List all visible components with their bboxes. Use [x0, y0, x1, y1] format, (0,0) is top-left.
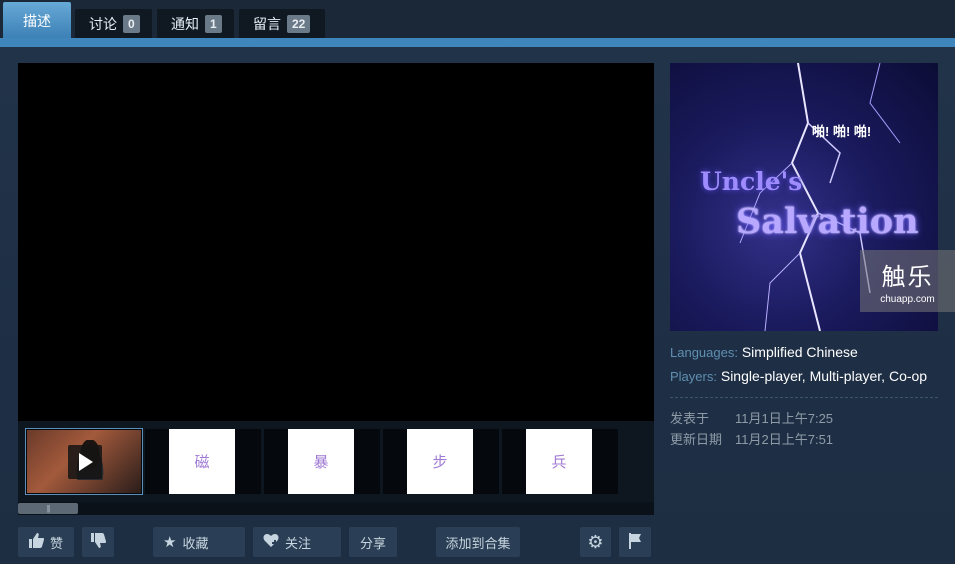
cover-title-line2: Salvation [736, 201, 919, 242]
players-row: Players: Single-player, Multi-player, Co… [670, 368, 928, 384]
count-badge: 1 [205, 14, 222, 33]
play-icon [68, 445, 102, 479]
players-key: Players: [670, 369, 717, 384]
share-label: 分享 [359, 535, 386, 551]
watermark-logo-text: 触乐 [881, 264, 934, 291]
screenshot-thumbnail[interactable]: 暴 [264, 429, 380, 494]
posted-label: 发表于 [670, 411, 710, 426]
add-to-collection-label: 添加到合集 [445, 535, 511, 551]
site-watermark: 触乐 chuapp.com [860, 250, 955, 312]
details-divider [670, 397, 938, 398]
updated-row: 更新日期 11月2日上午7:51 [670, 429, 833, 448]
thumbnail-scrollbar[interactable]: ||| [18, 502, 654, 515]
like-button[interactable]: 赞 [18, 527, 74, 557]
tab-description[interactable]: 描述 [3, 2, 71, 40]
tab-label: 留言 [253, 15, 281, 32]
star-icon: ★ [163, 533, 177, 551]
screenshot-image: 兵 [526, 429, 592, 494]
languages-value[interactable]: Simplified Chinese [742, 344, 858, 360]
languages-key: Languages: [670, 345, 738, 360]
updated-value: 11月2日上午7:51 [735, 432, 834, 447]
count-badge: 0 [123, 14, 140, 33]
players-value[interactable]: Multi-player [810, 368, 882, 384]
gear-icon: ⚙ [587, 532, 604, 552]
favorite-label: 收藏 [182, 535, 209, 551]
screenshot-thumbnail[interactable]: 步 [383, 429, 499, 494]
players-value[interactable]: Single-player [721, 368, 802, 384]
screenshot-image: 磁 [169, 429, 235, 494]
languages-row: Languages: Simplified Chinese [670, 344, 858, 360]
screenshot-thumbnail[interactable]: 磁 [145, 429, 261, 494]
screenshot-image: 步 [407, 429, 473, 494]
tab-discussions[interactable]: 讨论 0 [75, 9, 152, 38]
follow-label: 关注 [285, 535, 312, 551]
video-thumbnail[interactable] [25, 428, 143, 495]
screenshot-image: 暴 [288, 429, 354, 494]
thumbs-down-icon [90, 533, 107, 551]
posted-row: 发表于 11月1日上午7:25 [670, 408, 833, 427]
watermark-url: chuapp.com [880, 294, 935, 305]
tab-bar: 描述 讨论 0 通知 1 留言 22 [0, 0, 955, 40]
like-label: 赞 [50, 535, 64, 551]
count-badge: 22 [287, 14, 311, 33]
tab-comments[interactable]: 留言 22 [239, 9, 325, 38]
tab-label: 描述 [23, 13, 51, 29]
thumbnail-strip: 磁 暴 步 兵 [18, 421, 654, 502]
add-to-collection-button[interactable]: 添加到合集 [436, 527, 520, 557]
thumbs-up-icon [28, 533, 45, 551]
follow-button[interactable]: 关注 [253, 527, 341, 557]
media-player[interactable] [18, 63, 654, 421]
report-button[interactable] [619, 527, 651, 557]
dislike-button[interactable] [82, 527, 114, 557]
posted-value: 11月1日上午7:25 [735, 411, 834, 426]
favorite-button[interactable]: ★ 收藏 [153, 527, 245, 557]
workshop-item-page: 描述 讨论 0 通知 1 留言 22 磁 暴 步 兵 ||| 赞 ★ 收藏 关注… [0, 0, 955, 564]
screenshot-thumbnail[interactable]: 兵 [502, 429, 618, 494]
cover-exclaim-text: 啪! 啪! 啪! [812, 124, 872, 139]
cover-title-line1: Uncle's [700, 167, 803, 196]
players-value[interactable]: Co-op [889, 368, 927, 384]
scrollbar-thumb[interactable]: ||| [18, 503, 78, 514]
tab-label: 讨论 [89, 15, 117, 32]
tab-label: 通知 [171, 15, 199, 32]
tab-announcements[interactable]: 通知 1 [157, 9, 234, 38]
heart-plus-icon [263, 533, 279, 551]
updated-label: 更新日期 [670, 432, 723, 447]
flag-icon [628, 532, 642, 552]
share-button[interactable]: 分享 [349, 527, 397, 557]
settings-button[interactable]: ⚙ [580, 527, 611, 557]
tab-underline-strip [0, 38, 955, 47]
